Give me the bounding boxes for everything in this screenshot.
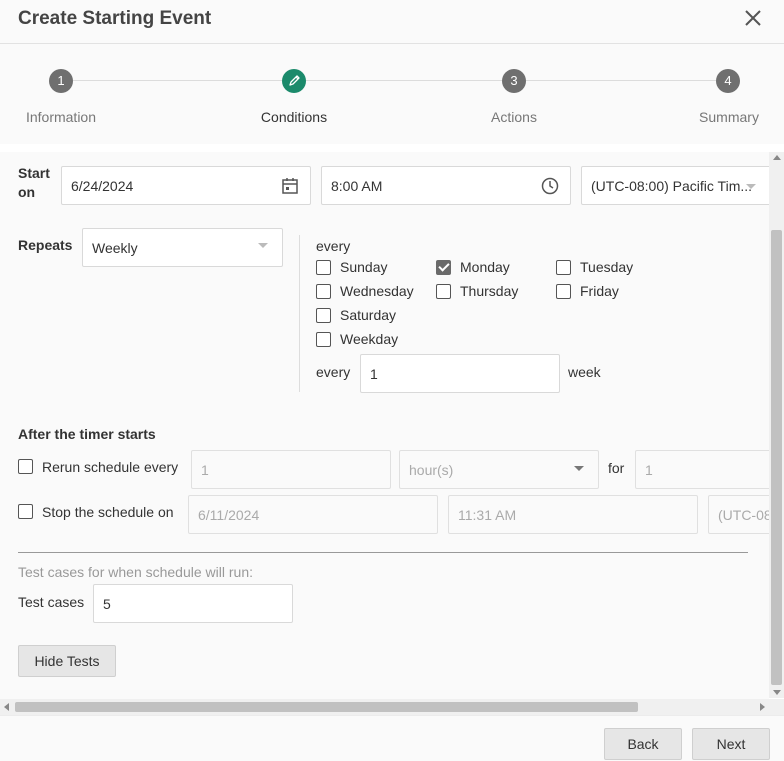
calendar-icon[interactable] (280, 176, 300, 196)
vertical-scrollbar[interactable] (769, 152, 784, 698)
stop-time-value: 11:31 AM (458, 506, 517, 523)
start-on-label-line2: on (18, 184, 36, 200)
pencil-icon (289, 75, 300, 86)
stop-date-input[interactable]: 6/11/2024 (188, 495, 438, 534)
rerun-checkbox[interactable] (18, 459, 33, 474)
repeats-divider (299, 235, 300, 392)
chevron-down-icon (746, 184, 756, 189)
start-on-label-line1: Start (18, 165, 50, 181)
close-icon[interactable] (744, 8, 762, 28)
step-connector (526, 80, 716, 81)
stop-time-input[interactable]: 11:31 AM (448, 495, 698, 534)
dialog-title: Create Starting Event (18, 8, 212, 29)
back-button[interactable]: Back (604, 728, 682, 760)
rerun-label: Rerun schedule every (42, 459, 179, 475)
dialog-footer: Back Next (0, 715, 784, 761)
next-button[interactable]: Next (692, 728, 770, 760)
chevron-down-icon (258, 243, 268, 248)
start-timezone-select[interactable]: (UTC-08:00) Pacific Tim... (581, 166, 769, 205)
step-2-circle[interactable] (282, 69, 306, 93)
step-connector (306, 80, 502, 81)
start-time-value: 8:00 AM (331, 177, 383, 194)
dialog-header: Create Starting Event (0, 0, 784, 44)
week-interval-input[interactable]: 1 (360, 354, 560, 393)
scroll-up-icon[interactable] (773, 155, 781, 160)
section-divider (18, 552, 748, 553)
interval-prefix-label: every (316, 364, 351, 380)
thursday-label: Thursday (460, 283, 519, 299)
start-date-value: 6/24/2024 (71, 177, 134, 194)
monday-checkbox[interactable] (436, 260, 451, 275)
rerun-interval-value: 1 (201, 461, 209, 478)
rerun-interval-input[interactable]: 1 (191, 450, 391, 489)
rerun-unit-value: hour(s) (409, 461, 454, 478)
rerun-unit-select[interactable]: hour(s) (399, 450, 599, 489)
step-4-label: Summary (699, 109, 759, 125)
scroll-right-icon[interactable] (760, 703, 765, 711)
wednesday-checkbox[interactable] (316, 284, 331, 299)
every-label: every (316, 238, 351, 254)
stop-timezone-select[interactable]: (UTC-08 (708, 495, 769, 534)
scroll-left-icon[interactable] (4, 703, 9, 711)
rerun-duration-value: 1 (645, 461, 653, 478)
stop-schedule-label: Stop the schedule on (42, 504, 174, 520)
friday-checkbox[interactable] (556, 284, 571, 299)
scrollbar-corner (769, 699, 784, 715)
clock-icon[interactable] (540, 176, 560, 196)
rerun-duration-input[interactable]: 1 (635, 450, 769, 489)
hide-tests-button[interactable]: Hide Tests (18, 645, 116, 677)
step-1-label: Information (25, 109, 97, 125)
friday-label: Friday (580, 283, 619, 299)
weekday-label: Weekday (340, 331, 399, 347)
vertical-scroll-thumb[interactable] (771, 230, 782, 685)
sunday-checkbox[interactable] (316, 260, 331, 275)
conditions-form: Start on 6/24/2024 8:00 AM (UTC-08:00) P… (0, 152, 769, 700)
test-cases-label: Test cases (18, 594, 85, 610)
repeats-label: Repeats (18, 237, 73, 253)
stop-schedule-checkbox[interactable] (18, 504, 33, 519)
chevron-down-icon (574, 466, 584, 471)
interval-suffix-label: week (568, 364, 601, 380)
after-timer-heading: After the timer starts (18, 426, 156, 442)
wednesday-label: Wednesday (340, 283, 414, 299)
saturday-label: Saturday (340, 307, 397, 323)
thursday-checkbox[interactable] (436, 284, 451, 299)
week-interval-value: 1 (370, 365, 378, 382)
repeats-select[interactable]: Weekly (82, 228, 283, 267)
tuesday-label: Tuesday (580, 259, 634, 275)
repeats-value: Weekly (92, 239, 138, 256)
stop-timezone-value: (UTC-08 (718, 506, 769, 523)
horizontal-scrollbar[interactable] (0, 699, 769, 715)
step-3-circle[interactable]: 3 (502, 69, 526, 93)
scroll-down-icon[interactable] (773, 690, 781, 695)
test-cases-description: Test cases for when schedule will run: (18, 564, 253, 580)
monday-label: Monday (460, 259, 510, 275)
step-4-circle[interactable]: 4 (716, 69, 740, 93)
saturday-checkbox[interactable] (316, 308, 331, 323)
tuesday-checkbox[interactable] (556, 260, 571, 275)
step-2-label: Conditions (260, 109, 328, 125)
wizard-stepper: 1 3 4 Information Conditions Actions Sum… (0, 44, 784, 144)
sunday-label: Sunday (340, 259, 388, 275)
for-label: for (608, 460, 625, 476)
test-cases-input[interactable]: 5 (93, 584, 293, 623)
start-date-input[interactable]: 6/24/2024 (61, 166, 311, 205)
step-3-label: Actions (491, 109, 537, 125)
step-connector (73, 80, 282, 81)
weekday-checkbox[interactable] (316, 332, 331, 347)
step-1-circle[interactable]: 1 (49, 69, 73, 93)
start-timezone-value: (UTC-08:00) Pacific Tim... (591, 177, 753, 194)
stop-date-value: 6/11/2024 (198, 506, 260, 523)
start-time-input[interactable]: 8:00 AM (321, 166, 571, 205)
horizontal-scroll-thumb[interactable] (15, 702, 638, 712)
test-cases-value: 5 (103, 595, 111, 612)
